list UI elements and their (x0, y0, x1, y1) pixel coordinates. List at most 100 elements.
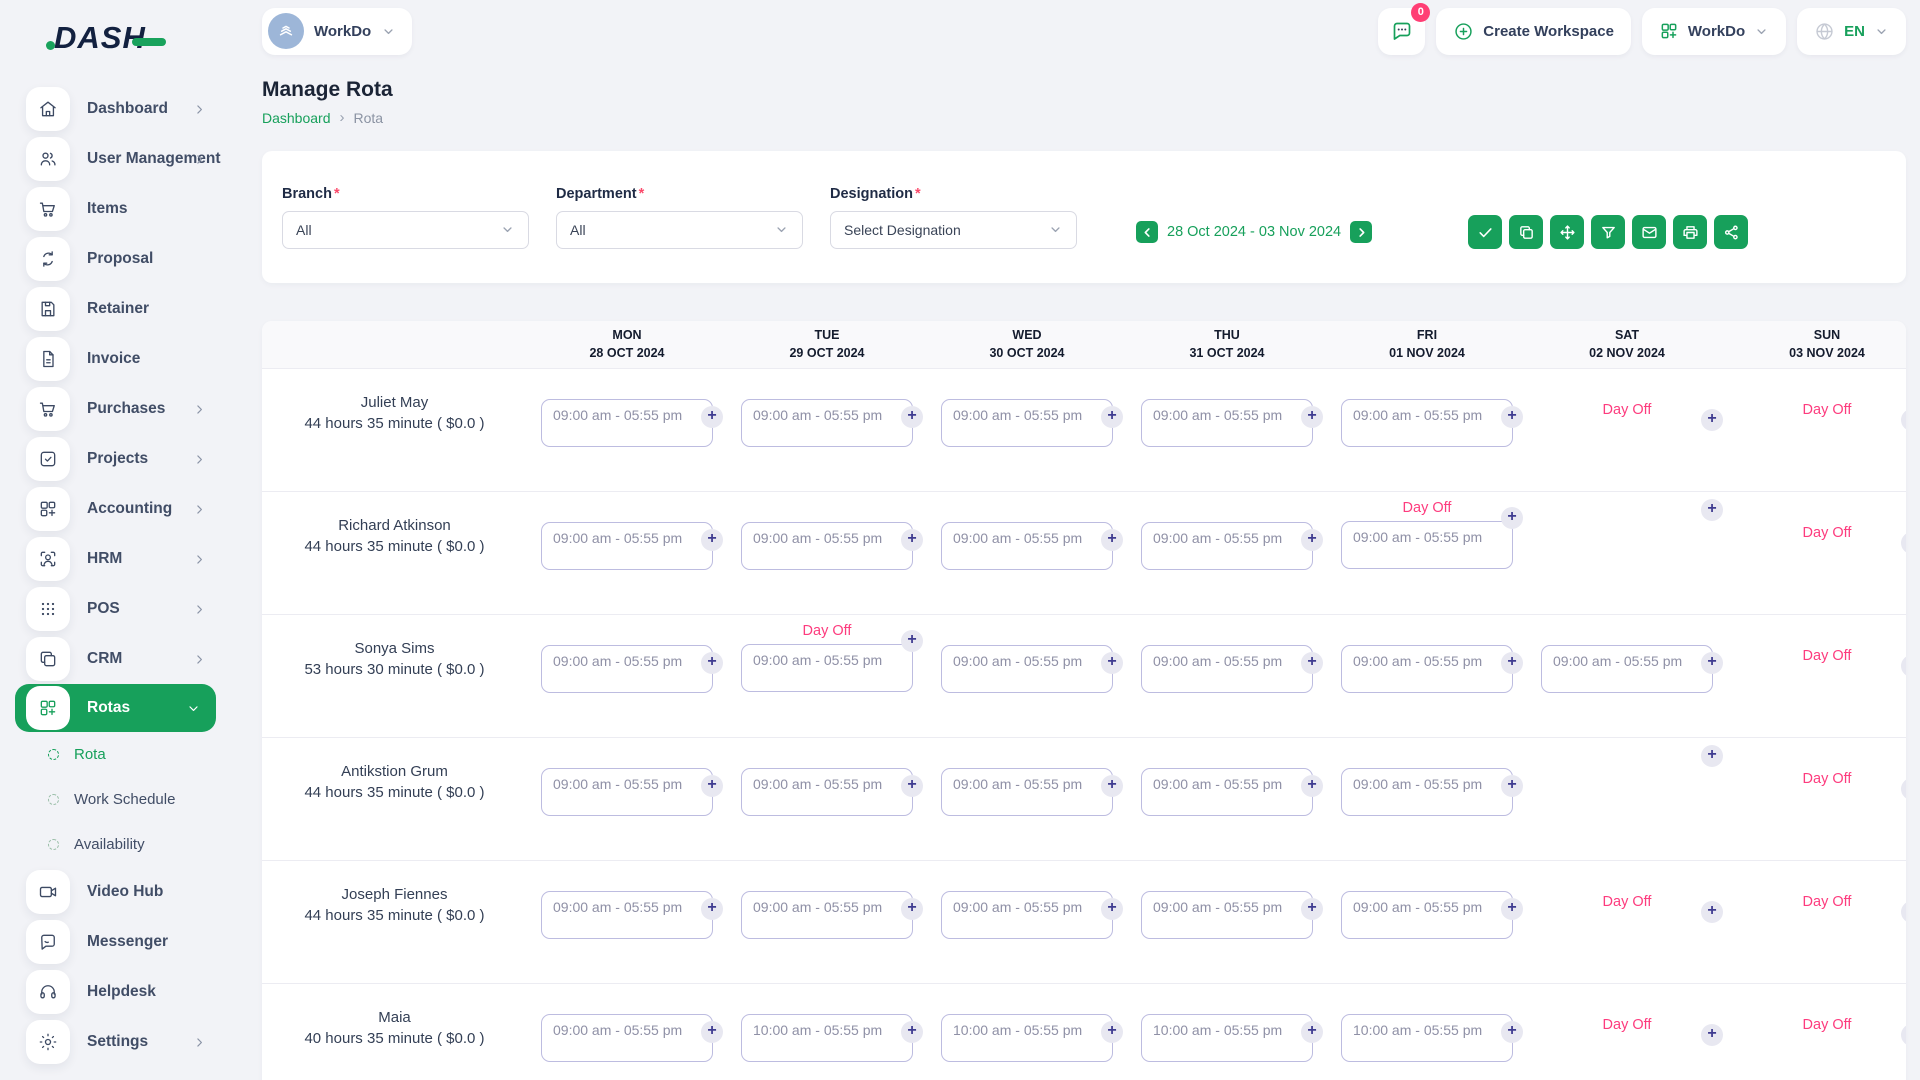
shift-time-slot[interactable]: 09:00 am - 05:55 pm (1341, 768, 1513, 816)
add-shift-button[interactable]: + (1301, 652, 1323, 674)
add-shift-button[interactable]: + (701, 652, 723, 674)
shift-time-slot[interactable]: 09:00 am - 05:55 pm (941, 768, 1113, 816)
share-button[interactable] (1714, 215, 1748, 249)
shift-time-slot[interactable]: 09:00 am - 05:55 pm (1141, 645, 1313, 693)
workspace-switcher[interactable]: WorkDo (262, 8, 412, 55)
sidebar-item-retainer[interactable]: Retainer (0, 284, 222, 334)
add-shift-button[interactable]: + (1701, 745, 1723, 767)
add-shift-button[interactable]: + (1701, 901, 1723, 923)
shift-time-slot[interactable]: 09:00 am - 05:55 pm (541, 645, 713, 693)
shift-time-slot[interactable]: 09:00 am - 05:55 pm (941, 522, 1113, 570)
shift-time-slot[interactable]: 10:00 am - 05:55 pm (1141, 1014, 1313, 1062)
next-week-button[interactable] (1350, 221, 1372, 243)
shift-time-slot[interactable]: 09:00 am - 05:55 pm (541, 399, 713, 447)
sidebar-item-rotas[interactable]: Rotas (15, 684, 216, 732)
shift-time-slot[interactable]: 09:00 am - 05:55 pm (1141, 891, 1313, 939)
shift-time-slot[interactable]: 09:00 am - 05:55 pm (941, 891, 1113, 939)
sidebar-subitem-availability[interactable]: Availability (0, 822, 222, 867)
add-shift-button[interactable]: + (1101, 406, 1123, 428)
previous-week-button[interactable] (1136, 221, 1158, 243)
sidebar-item-video-hub[interactable]: Video Hub (0, 867, 222, 917)
add-shift-button[interactable]: + (1101, 775, 1123, 797)
sidebar-subitem-rota[interactable]: Rota (0, 732, 222, 777)
add-shift-button[interactable]: + (1501, 406, 1523, 428)
shift-time-slot[interactable]: 09:00 am - 05:55 pm (1541, 645, 1713, 693)
shift-time-slot[interactable]: 09:00 am - 05:55 pm (741, 644, 913, 692)
add-shift-button[interactable]: + (1701, 652, 1723, 674)
add-shift-button[interactable]: + (1101, 529, 1123, 551)
add-shift-button[interactable]: + (901, 529, 923, 551)
add-shift-button[interactable]: + (901, 406, 923, 428)
add-shift-button[interactable]: + (1101, 898, 1123, 920)
shift-time-slot[interactable]: 09:00 am - 05:55 pm (541, 768, 713, 816)
mail-button[interactable] (1632, 215, 1666, 249)
add-shift-button[interactable]: + (1501, 507, 1523, 529)
add-shift-button[interactable]: + (1701, 409, 1723, 431)
add-shift-button[interactable]: + (901, 1021, 923, 1043)
shift-time-slot[interactable]: 09:00 am - 05:55 pm (941, 645, 1113, 693)
add-shift-button[interactable]: + (1101, 1021, 1123, 1043)
sidebar-item-proposal[interactable]: Proposal (0, 234, 222, 284)
designation-select[interactable]: Select Designation (830, 211, 1077, 249)
shift-time-slot[interactable]: 10:00 am - 05:55 pm (1341, 1014, 1513, 1062)
shift-time-slot[interactable]: 09:00 am - 05:55 pm (1141, 768, 1313, 816)
shift-time-slot[interactable]: 09:00 am - 05:55 pm (1341, 399, 1513, 447)
sidebar-item-hrm[interactable]: HRM (0, 534, 222, 584)
add-shift-button[interactable]: + (901, 775, 923, 797)
sidebar-item-invoice[interactable]: Invoice (0, 334, 222, 384)
add-shift-button[interactable]: + (701, 406, 723, 428)
add-shift-button[interactable]: + (1701, 499, 1723, 521)
add-shift-button[interactable]: + (1501, 1021, 1523, 1043)
create-workspace-button[interactable]: Create Workspace (1436, 8, 1631, 55)
language-menu[interactable]: EN (1797, 8, 1906, 55)
shift-time-slot[interactable]: 09:00 am - 05:55 pm (941, 399, 1113, 447)
sidebar-subitem-work-schedule[interactable]: Work Schedule (0, 777, 222, 822)
sidebar-item-accounting[interactable]: Accounting (0, 484, 222, 534)
sidebar-item-messenger[interactable]: Messenger (0, 917, 222, 967)
add-shift-button[interactable]: + (1101, 652, 1123, 674)
add-shift-button[interactable]: + (1701, 1024, 1723, 1046)
sidebar-item-dashboard[interactable]: Dashboard (0, 84, 222, 134)
shift-time-slot[interactable]: 09:00 am - 05:55 pm (741, 768, 913, 816)
copy-button[interactable] (1509, 215, 1543, 249)
add-shift-button[interactable]: + (1301, 406, 1323, 428)
sidebar-item-helpdesk[interactable]: Helpdesk (0, 967, 222, 1017)
shift-time-slot[interactable]: 09:00 am - 05:55 pm (741, 891, 913, 939)
add-shift-button[interactable]: + (901, 898, 923, 920)
add-shift-button[interactable]: + (1501, 898, 1523, 920)
app-logo[interactable]: DASH (54, 20, 166, 56)
shift-time-slot[interactable]: 09:00 am - 05:55 pm (1341, 891, 1513, 939)
shift-time-slot[interactable]: 09:00 am - 05:55 pm (1141, 399, 1313, 447)
sidebar-item-projects[interactable]: Projects (0, 434, 222, 484)
shift-time-slot[interactable]: 09:00 am - 05:55 pm (541, 891, 713, 939)
sidebar-item-purchases[interactable]: Purchases (0, 384, 222, 434)
add-shift-button[interactable]: + (1301, 529, 1323, 551)
add-shift-button[interactable]: + (1501, 775, 1523, 797)
sidebar-item-crm[interactable]: CRM (0, 634, 222, 684)
move-button[interactable] (1550, 215, 1584, 249)
company-menu[interactable]: WorkDo (1642, 8, 1786, 55)
add-shift-button[interactable]: + (1301, 775, 1323, 797)
sidebar-item-pos[interactable]: POS (0, 584, 222, 634)
add-shift-button[interactable]: + (701, 529, 723, 551)
add-shift-button[interactable]: + (1301, 1021, 1323, 1043)
breadcrumb-dashboard-link[interactable]: Dashboard (262, 110, 331, 126)
sidebar-item-settings[interactable]: Settings (0, 1017, 222, 1067)
department-select[interactable]: All (556, 211, 803, 249)
approve-button[interactable] (1468, 215, 1502, 249)
print-button[interactable] (1673, 215, 1707, 249)
shift-time-slot[interactable]: 09:00 am - 05:55 pm (1341, 521, 1513, 569)
shift-time-slot[interactable]: 09:00 am - 05:55 pm (741, 522, 913, 570)
shift-time-slot[interactable]: 09:00 am - 05:55 pm (1341, 645, 1513, 693)
add-shift-button[interactable]: + (701, 898, 723, 920)
shift-time-slot[interactable]: 09:00 am - 05:55 pm (1141, 522, 1313, 570)
messages-button[interactable]: 0 (1378, 8, 1425, 55)
shift-time-slot[interactable]: 09:00 am - 05:55 pm (741, 399, 913, 447)
filter-button[interactable] (1591, 215, 1625, 249)
shift-time-slot[interactable]: 10:00 am - 05:55 pm (741, 1014, 913, 1062)
sidebar-item-items[interactable]: Items (0, 184, 222, 234)
add-shift-button[interactable]: + (1301, 898, 1323, 920)
shift-time-slot[interactable]: 10:00 am - 05:55 pm (941, 1014, 1113, 1062)
branch-select[interactable]: All (282, 211, 529, 249)
add-shift-button[interactable]: + (901, 630, 923, 652)
